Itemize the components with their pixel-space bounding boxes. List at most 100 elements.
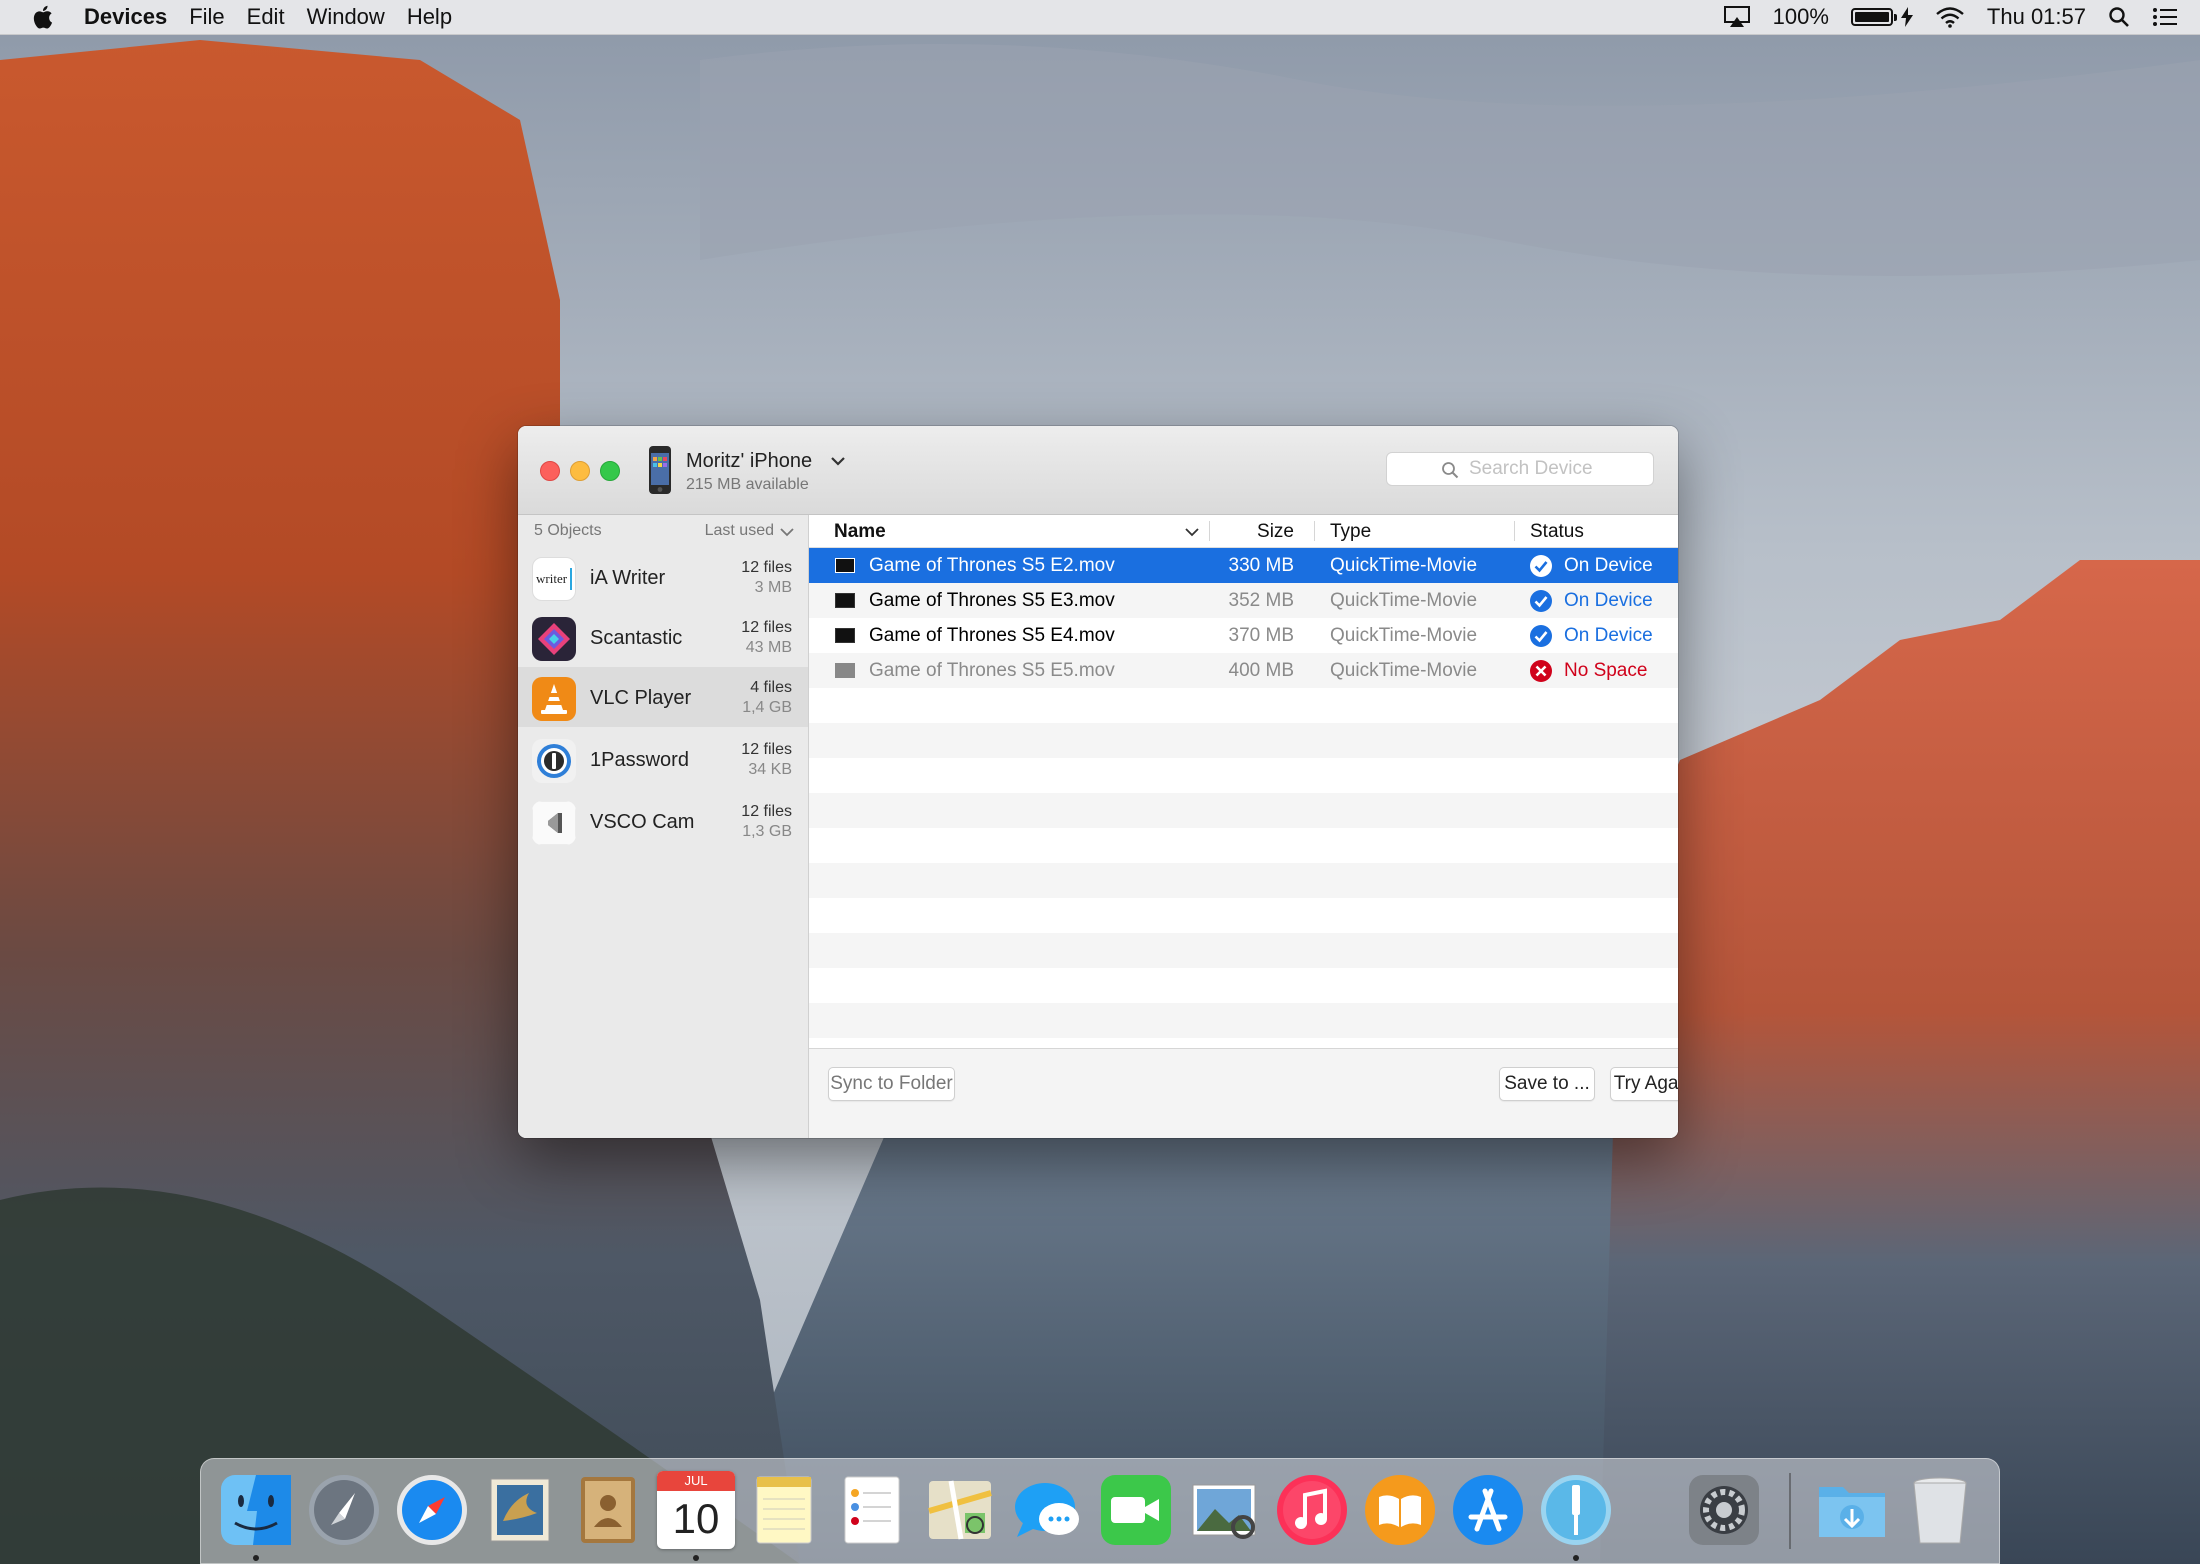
save-to-button[interactable]: Save to ... <box>1499 1067 1595 1101</box>
column-header-size[interactable]: Size <box>1257 521 1294 543</box>
menu-window[interactable]: Window <box>307 4 385 30</box>
contacts-icon[interactable] <box>569 1471 647 1549</box>
calendar-icon[interactable]: JUL 10 <box>657 1471 735 1549</box>
photo-preview-icon[interactable] <box>1185 1471 1263 1549</box>
sort-menu[interactable]: Last used <box>705 522 774 540</box>
apple-icon[interactable] <box>30 3 58 31</box>
running-indicator <box>253 1555 259 1561</box>
battery-icon[interactable] <box>1850 8 1897 26</box>
running-indicator <box>1573 1555 1579 1561</box>
vsco-icon <box>532 801 576 845</box>
search-input[interactable]: Search Device <box>1386 452 1654 486</box>
file-type: QuickTime-Movie <box>1330 590 1478 611</box>
sidebar-item-label: 1Password <box>590 749 689 771</box>
sync-to-folder-button[interactable]: Sync to Folder <box>828 1067 955 1101</box>
chevron-down-icon[interactable] <box>780 527 794 537</box>
file-status: On Device <box>1564 590 1653 611</box>
table-row[interactable]: Game of Thrones S5 E5.mov 400 MB QuickTi… <box>809 653 1678 688</box>
downloads-folder-icon[interactable] <box>1813 1471 1891 1549</box>
search-icon <box>1442 462 1459 479</box>
battery-percent[interactable]: 100% <box>1773 4 1829 30</box>
sidebar-item-files: 12 files <box>741 803 792 820</box>
sidebar-item-files: 12 files <box>741 741 792 758</box>
table-row[interactable]: Game of Thrones S5 E2.mov 330 MB QuickTi… <box>809 548 1678 583</box>
empty-row <box>809 933 1678 968</box>
title-bar[interactable]: Moritz' iPhone 215 MB available Search D… <box>518 426 1678 515</box>
sidebar-item-label: Scantastic <box>590 627 683 649</box>
vlc-icon <box>532 677 576 721</box>
empty-row <box>809 1003 1678 1038</box>
sidebar-item-scantastic[interactable]: Scantastic 12 files 43 MB <box>518 607 808 667</box>
finder-icon[interactable] <box>217 1471 295 1549</box>
column-header-name[interactable]: Name <box>834 521 886 543</box>
running-indicator <box>693 1555 699 1561</box>
airplay-icon[interactable] <box>1723 5 1751 29</box>
empty-row <box>809 898 1678 933</box>
facetime-icon[interactable] <box>1097 1471 1175 1549</box>
spotlight-icon[interactable] <box>2108 6 2130 28</box>
messages-icon[interactable] <box>1009 1471 1087 1549</box>
notes-icon[interactable] <box>745 1471 823 1549</box>
ibooks-icon[interactable] <box>1361 1471 1439 1549</box>
menu-clock[interactable]: Thu 01:57 <box>1987 4 2086 30</box>
menu-app-name[interactable]: Devices <box>84 4 167 30</box>
app-sidebar: 5 Objects Last used writer iA Writer 12 … <box>518 515 809 1138</box>
empty-row <box>809 968 1678 1003</box>
dock: JUL 10 <box>200 1458 2000 1564</box>
menu-edit[interactable]: Edit <box>247 4 285 30</box>
sidebar-item-label: VSCO Cam <box>590 811 695 833</box>
minimize-button[interactable] <box>570 461 590 481</box>
sidebar-item-size: 1,3 GB <box>742 823 792 840</box>
devices-app-icon[interactable] <box>1537 1471 1615 1549</box>
column-header-status[interactable]: Status <box>1530 521 1584 543</box>
sidebar-item-vlc-player[interactable]: VLC Player 4 files 1,4 GB <box>518 667 808 727</box>
empty-row <box>809 688 1678 723</box>
itunes-icon[interactable] <box>1273 1471 1351 1549</box>
wifi-icon[interactable] <box>1935 6 1965 28</box>
table-row[interactable]: Game of Thrones S5 E3.mov 352 MB QuickTi… <box>809 583 1678 618</box>
chevron-down-icon[interactable] <box>830 454 846 468</box>
sidebar-item-vsco-cam[interactable]: VSCO Cam 12 files 1,3 GB <box>518 791 808 851</box>
column-header-type[interactable]: Type <box>1330 521 1371 543</box>
sidebar-item-size: 1,4 GB <box>742 699 792 716</box>
system-preferences-icon[interactable] <box>1685 1471 1763 1549</box>
empty-row <box>809 793 1678 828</box>
file-table: Name Size Type Status Game of Thrones S5… <box>809 515 1678 1138</box>
try-again-button[interactable]: Try Again <box>1610 1067 1678 1101</box>
charging-icon <box>1900 7 1913 27</box>
sidebar-item-size: 43 MB <box>745 639 792 656</box>
mail-icon[interactable] <box>481 1471 559 1549</box>
file-size: 370 MB <box>1228 625 1294 646</box>
empty-row <box>809 723 1678 758</box>
maps-icon[interactable] <box>921 1471 999 1549</box>
reminders-icon[interactable] <box>833 1471 911 1549</box>
empty-row <box>809 828 1678 863</box>
trash-icon[interactable] <box>1901 1471 1979 1549</box>
file-name: Game of Thrones S5 E2.mov <box>869 555 1115 576</box>
menu-help[interactable]: Help <box>407 4 452 30</box>
battery-fill <box>1854 12 1889 22</box>
sidebar-item-1password[interactable]: 1Password 12 files 34 KB <box>518 729 808 789</box>
movie-file-icon <box>835 663 855 678</box>
sidebar-item-ia-writer[interactable]: writer iA Writer 12 files 3 MB <box>518 547 808 607</box>
close-button[interactable] <box>540 461 560 481</box>
device-name[interactable]: Moritz' iPhone <box>686 450 812 473</box>
checkmark-icon <box>1530 625 1552 647</box>
launchpad-icon[interactable] <box>305 1471 383 1549</box>
menu-file[interactable]: File <box>189 4 224 30</box>
calendar-month: JUL <box>684 1473 708 1488</box>
notification-center-icon[interactable] <box>2152 7 2178 27</box>
chevron-down-icon[interactable] <box>1185 527 1199 537</box>
calendar-day: 10 <box>672 1495 720 1542</box>
zoom-button[interactable] <box>600 461 620 481</box>
column-divider <box>1314 521 1315 541</box>
table-row[interactable]: Game of Thrones S5 E4.mov 370 MB QuickTi… <box>809 618 1678 653</box>
file-status: On Device <box>1564 625 1653 646</box>
devices-window: Moritz' iPhone 215 MB available Search D… <box>518 426 1678 1138</box>
file-size: 400 MB <box>1228 660 1294 681</box>
file-size: 330 MB <box>1228 555 1294 576</box>
safari-icon[interactable] <box>393 1471 471 1549</box>
app-store-icon[interactable] <box>1449 1471 1527 1549</box>
device-available-space: 215 MB available <box>686 476 809 493</box>
checkmark-icon <box>1530 555 1552 577</box>
